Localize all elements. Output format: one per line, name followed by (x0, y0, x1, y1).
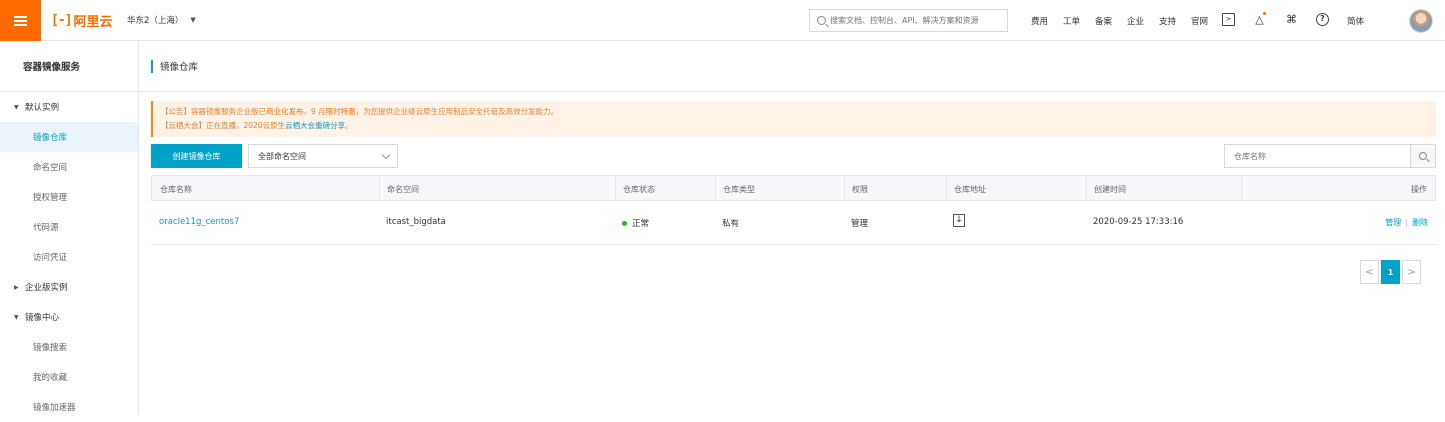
repository-type: 私有 (722, 219, 740, 229)
announcement-highlight[interactable]: 限时特惠 (326, 107, 356, 116)
delete-link[interactable]: 删除 (1412, 218, 1428, 227)
global-search[interactable] (809, 9, 1008, 32)
sidebar-item-image-search[interactable]: 镜像搜索 (0, 332, 138, 362)
announcement-banner: 【公告】容器镜像服务企业版已商业化发布，9 月限时特惠，为您提供企业级云原生应用… (151, 101, 1436, 137)
nav-link-enterprise[interactable]: 企业 (1127, 15, 1144, 27)
repository-status: 正常 (622, 217, 649, 229)
repository-table: 仓库名称 命名空间 仓库状态 仓库类型 权限 仓库地址 创建时间 操作 orac… (151, 175, 1436, 245)
announcement-text: ，为您提供企业级云原生应用制品安全托管及高效分发能力。 (355, 107, 559, 116)
caret-down-icon: ▼ (190, 16, 196, 24)
sidebar-group-label: 默认实例 (25, 103, 60, 113)
cart-icon[interactable]: ⌘ (1285, 13, 1298, 26)
language-switch[interactable]: 简体 (1347, 15, 1364, 27)
column-header-status: 仓库状态 (623, 185, 655, 194)
caret-down-icon: ▼ (14, 103, 19, 111)
sidebar-group-label: 镜像中心 (25, 313, 60, 323)
menu-button[interactable] (0, 0, 41, 41)
announcement-text: ，9 月 (303, 107, 326, 116)
announcement-text: 【云栖大会】正在直播，2020云原生 (161, 121, 286, 130)
caret-down-icon: ▼ (14, 313, 19, 321)
sidebar-group-default-instance[interactable]: ▼ 默认实例 (0, 92, 138, 122)
prev-page-button[interactable]: < (1360, 260, 1379, 284)
announcement-link[interactable]: 云栖大会重磅分享 (285, 121, 345, 130)
global-search-input[interactable] (830, 16, 1005, 25)
notification-dot (1263, 12, 1266, 15)
column-header-name: 仓库名称 (160, 185, 192, 194)
sidebar-item-repositories[interactable]: 镜像仓库 (0, 122, 138, 152)
announcement-text: 【公告】容器镜像服务企业版已 (161, 107, 266, 116)
table-row: oracle11g_centos7 itcast_bigdata 正常 私有 管… (151, 201, 1436, 245)
repository-permission: 管理 (851, 219, 869, 229)
manage-link[interactable]: 管理 (1385, 218, 1401, 227)
status-text: 正常 (632, 219, 650, 229)
column-header-permission: 权限 (852, 185, 868, 194)
repository-namespace: itcast_bigdata (386, 217, 446, 227)
namespace-select-value: 全部命名空间 (258, 151, 306, 161)
next-page-button[interactable]: > (1402, 260, 1421, 284)
terminal-icon[interactable]: > (1222, 13, 1235, 26)
repository-search-input[interactable] (1225, 145, 1411, 167)
user-avatar[interactable] (1409, 9, 1433, 33)
sidebar: 容器镜像服务 ▼ 默认实例 镜像仓库 命名空间 授权管理 代码源 访问凭证 ▶ … (0, 41, 139, 414)
nav-link-billing[interactable]: 费用 (1031, 15, 1048, 27)
aliyun-logo[interactable]: [-] 阿里云 (51, 10, 113, 30)
help-icon[interactable]: ? (1316, 13, 1329, 26)
logo-mark: [-] (51, 12, 73, 28)
main-content: 镜像仓库 【公告】容器镜像服务企业版已商业化发布，9 月限时特惠，为您提供企业级… (140, 41, 1445, 414)
announcement-line-1: 【公告】容器镜像服务企业版已商业化发布，9 月限时特惠，为您提供企业级云原生应用… (161, 105, 1428, 119)
sidebar-item-authorization[interactable]: 授权管理 (0, 182, 138, 212)
page-title: 镜像仓库 (160, 62, 199, 73)
sidebar-group-image-center[interactable]: ▼ 镜像中心 (0, 302, 138, 332)
hamburger-icon (14, 15, 27, 26)
sidebar-item-code-source[interactable]: 代码源 (0, 212, 138, 242)
title-accent-bar (151, 59, 153, 73)
sidebar-item-namespaces[interactable]: 命名空间 (0, 152, 138, 182)
pagination: < 1 > (1358, 260, 1421, 284)
caret-right-icon: ▶ (14, 283, 19, 291)
region-label: 华东2（上海） (127, 16, 184, 26)
repository-search-button[interactable] (1410, 145, 1435, 167)
column-header-created: 创建时间 (1094, 185, 1126, 194)
namespace-select[interactable]: 全部命名空间 (248, 144, 398, 168)
bell-icon[interactable]: △ (1253, 12, 1266, 26)
column-header-type: 仓库类型 (723, 185, 755, 194)
repository-created-time: 2020-09-25 17:33:16 (1093, 217, 1184, 227)
table-header: 仓库名称 命名空间 仓库状态 仓库类型 权限 仓库地址 创建时间 操作 (151, 175, 1436, 201)
nav-link-official-site[interactable]: 官网 (1191, 15, 1208, 27)
search-icon (1419, 152, 1428, 160)
column-header-actions: 操作 (1411, 185, 1427, 194)
sidebar-item-access-credentials[interactable]: 访问凭证 (0, 242, 138, 272)
sidebar-item-image-accelerator[interactable]: 镜像加速器 (0, 392, 138, 422)
column-header-namespace: 命名空间 (387, 185, 419, 194)
nav-link-tickets[interactable]: 工单 (1063, 15, 1080, 27)
sidebar-group-enterprise-instance[interactable]: ▶ 企业版实例 (0, 272, 138, 302)
region-selector[interactable]: 华东2（上海） ▼ (127, 14, 196, 26)
nav-link-icp[interactable]: 备案 (1095, 15, 1112, 27)
nav-link-support[interactable]: 支持 (1159, 15, 1176, 27)
status-dot-icon (622, 221, 627, 226)
row-actions: 管理 | 删除 (1385, 218, 1428, 227)
sidebar-title: 容器镜像服务 (0, 41, 138, 92)
search-icon (817, 16, 826, 25)
column-header-address: 仓库地址 (954, 185, 986, 194)
chevron-down-icon (381, 150, 391, 160)
announcement-highlight[interactable]: 商业化发布 (266, 107, 304, 116)
sidebar-item-favorites[interactable]: 我的收藏 (0, 362, 138, 392)
top-navigation-bar: [-] 阿里云 华东2（上海） ▼ 费用 工单 备案 企业 支持 官网 > △ … (0, 0, 1445, 41)
create-repository-button[interactable]: 创建镜像仓库 (151, 144, 242, 168)
announcement-text: 。 (345, 121, 353, 130)
repository-search (1224, 144, 1436, 168)
announcement-line-2: 【云栖大会】正在直播，2020云原生云栖大会重磅分享。 (161, 119, 1428, 133)
download-icon[interactable]: ↓ (953, 214, 965, 227)
page-1-button[interactable]: 1 (1381, 260, 1400, 284)
page-header: 镜像仓库 (140, 41, 1445, 92)
repository-name-link[interactable]: oracle11g_centos7 (159, 217, 239, 227)
logo-text: 阿里云 (73, 14, 113, 30)
sidebar-group-label: 企业版实例 (25, 283, 68, 293)
